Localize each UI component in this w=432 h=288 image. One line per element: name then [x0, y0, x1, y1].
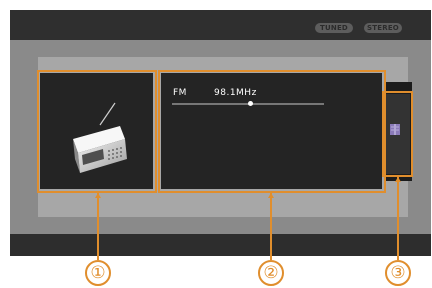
- callout-arrow-3: [395, 177, 401, 182]
- callout-number-2: ②: [258, 260, 284, 286]
- callout-arrow-1: [95, 193, 101, 198]
- stereo-indicator: STEREO: [364, 23, 402, 33]
- callout-number-1: ①: [85, 260, 111, 286]
- callout-line-3: [397, 177, 399, 260]
- status-bar: TUNED STEREO: [10, 10, 431, 40]
- tuned-indicator: TUNED: [315, 23, 353, 33]
- highlight-box-3: [382, 91, 413, 177]
- highlight-box-1: [37, 70, 157, 193]
- callout-number-3: ③: [385, 260, 411, 286]
- bottom-bar: [10, 234, 431, 256]
- callout-line-1: [97, 193, 99, 260]
- callout-line-2: [270, 193, 272, 260]
- callout-arrow-2: [268, 193, 274, 198]
- highlight-box-2: [158, 70, 386, 193]
